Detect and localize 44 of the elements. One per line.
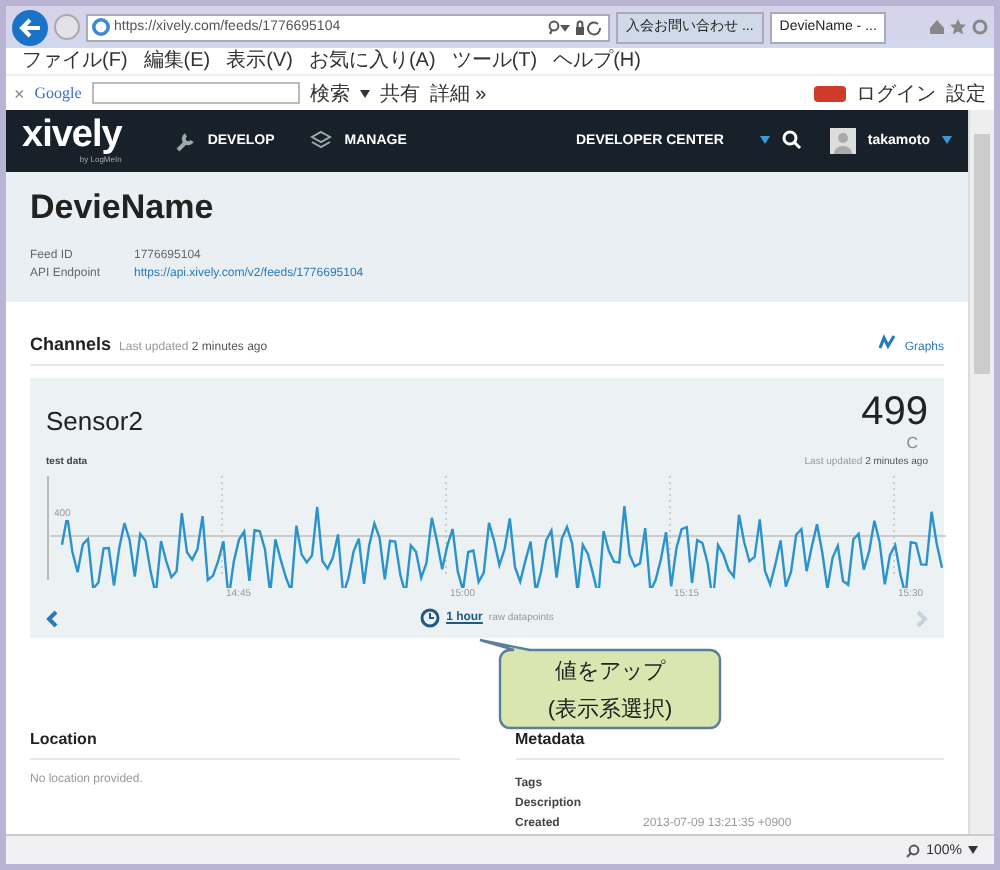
- address-tools-icon[interactable]: [548, 19, 604, 35]
- menu-item[interactable]: ファイル(F): [22, 49, 128, 73]
- google-logo: Google: [34, 84, 82, 102]
- axis-line: [47, 476, 49, 581]
- toolbar-close[interactable]: ×: [14, 83, 25, 103]
- menu-item[interactable]: お気に入り(A): [308, 49, 436, 73]
- menu-item[interactable]: 編集(E): [143, 49, 211, 73]
- wrench-icon: [173, 129, 196, 152]
- search-field[interactable]: [91, 82, 300, 104]
- magnifier-icon: [906, 843, 921, 857]
- caret-icon[interactable]: [359, 89, 370, 97]
- back-arrow-icon: [18, 17, 42, 37]
- page-icon: [92, 18, 110, 36]
- menu-item[interactable]: 表示(V): [226, 49, 293, 73]
- scrollbar[interactable]: [968, 110, 994, 834]
- avatar-icon: [829, 127, 856, 154]
- menu-item[interactable]: ツール(T): [451, 49, 538, 73]
- callout-text: 値をアップ: [555, 657, 665, 686]
- caret-icon[interactable]: [759, 136, 770, 145]
- device-name: DevieName: [30, 187, 216, 228]
- search-icon[interactable]: [781, 130, 802, 151]
- home-star-gear-icon[interactable]: [928, 18, 988, 36]
- layers-icon: [310, 129, 333, 152]
- logo[interactable]: xively: [22, 117, 122, 154]
- clock-icon: [420, 608, 441, 628]
- graph-icon[interactable]: [878, 334, 897, 350]
- channel-value: 499: [861, 390, 928, 434]
- login-button[interactable]: ログイン: [856, 79, 936, 107]
- back-button[interactable]: [12, 9, 48, 45]
- channel-name: Sensor2: [46, 406, 143, 436]
- previous-icon[interactable]: [46, 609, 58, 627]
- scroll-thumb[interactable]: [974, 134, 990, 374]
- settings-button[interactable]: 設定: [946, 79, 986, 107]
- caret-icon[interactable]: [942, 136, 952, 145]
- menu-item[interactable]: ヘルプ(H): [553, 49, 641, 73]
- section-title: Location: [30, 730, 459, 760]
- callout-text: (表示系選択): [547, 695, 673, 724]
- search-button[interactable]: 検索: [309, 79, 350, 107]
- unit-label: C: [906, 434, 918, 452]
- section-title: Channels: [30, 334, 112, 354]
- caret-icon[interactable]: [968, 846, 978, 854]
- share-button[interactable]: 共有: [379, 79, 420, 107]
- more-button[interactable]: 詳細 »: [429, 79, 487, 107]
- toggle-icon[interactable]: [814, 85, 846, 101]
